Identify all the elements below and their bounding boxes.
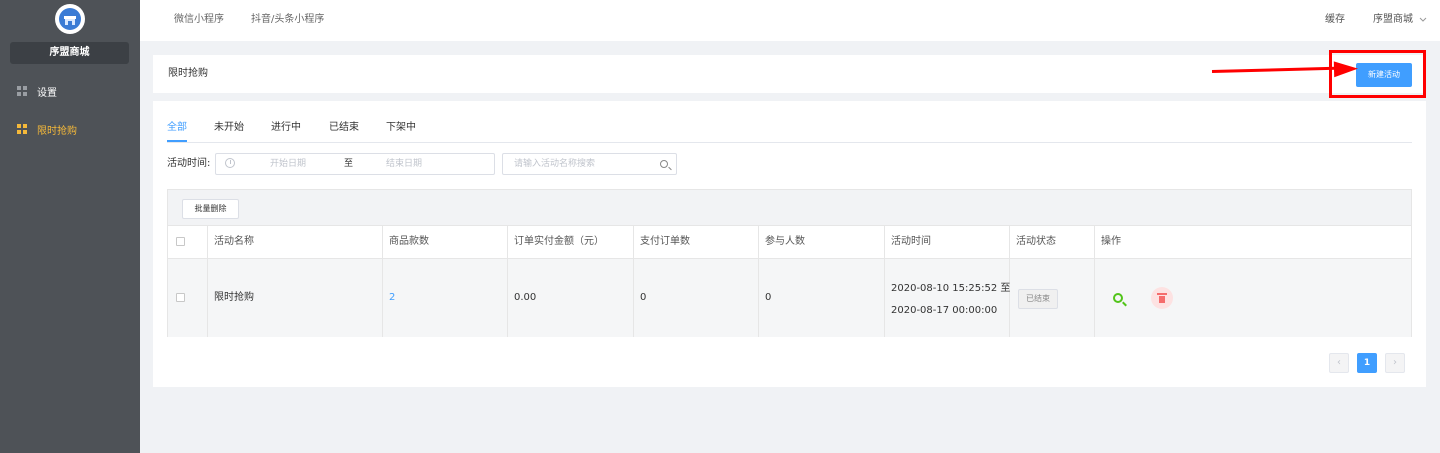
clock-icon [225, 158, 235, 168]
page-title: 限时抢购 [168, 68, 208, 79]
store-menu[interactable]: 序盟商城 [1373, 0, 1427, 41]
cell-orders: 0 [634, 259, 759, 337]
tab-all[interactable]: 全部 [167, 121, 187, 142]
trash-icon [1157, 293, 1167, 303]
cache-button[interactable]: 缓存 [1325, 0, 1345, 41]
select-all-checkbox[interactable] [176, 237, 185, 246]
end-date-input[interactable]: 结束日期 [386, 154, 422, 174]
tab-offline[interactable]: 下架中 [386, 121, 416, 142]
tab-wechat-miniprogram[interactable]: 微信小程序 [174, 0, 224, 41]
search-placeholder: 请输入活动名称搜索 [514, 159, 596, 169]
store-logo-icon[interactable] [55, 4, 85, 34]
sidebar-item-settings[interactable]: 设置 [0, 72, 140, 110]
header-cell-count: 商品款数 [383, 226, 508, 258]
table-toolbar: 批量删除 [168, 190, 1411, 225]
activity-time-end: 2020-08-17 00:00:00 [891, 305, 998, 316]
cell-count: 2 [383, 259, 508, 337]
column-header: 商品款数 [389, 236, 429, 247]
chevron-down-icon [1419, 17, 1427, 22]
activity-time-start: 2020-08-10 15:25:52 至 [891, 283, 1011, 294]
grid-icon [17, 124, 27, 134]
tab-not-started[interactable]: 未开始 [214, 121, 244, 142]
date-range-picker[interactable]: 开始日期 至 结束日期 [215, 153, 495, 175]
grid-icon [17, 86, 27, 96]
header-cell-orders: 支付订单数 [634, 226, 759, 258]
header-cell-actions: 操作 [1095, 226, 1411, 258]
pagination-next-button[interactable]: › [1385, 353, 1405, 373]
paid-orders: 0 [640, 292, 647, 303]
header-cell-status: 活动状态 [1010, 226, 1095, 258]
main-content: 全部 未开始 进行中 已结束 下架中 活动时间: 开始日期 至 结束日期 请输入… [153, 101, 1426, 387]
cell-status: 已结束 [1010, 259, 1095, 337]
sidebar-brand: 序盟商城 [0, 0, 140, 72]
tab-douyin-miniprogram[interactable]: 抖音/头条小程序 [251, 0, 324, 41]
sidebar-item-label: 设置 [37, 87, 57, 99]
column-header: 活动时间 [891, 236, 931, 247]
participants: 0 [765, 292, 772, 303]
cell-name: 限时抢购 [208, 259, 383, 337]
date-separator: 至 [344, 159, 354, 169]
header-checkbox-cell [168, 226, 208, 258]
cell-actions [1095, 259, 1411, 337]
header-cell-name: 活动名称 [208, 226, 383, 258]
status-badge: 已结束 [1018, 289, 1058, 309]
tab-in-progress[interactable]: 进行中 [271, 121, 301, 142]
store-menu-label: 序盟商城 [1373, 14, 1413, 25]
search-icon[interactable] [660, 160, 668, 168]
column-header: 参与人数 [765, 236, 805, 247]
table-header: 活动名称 商品款数 订单实付金额（元） 支付订单数 参与人数 活动时间 活动状态… [168, 225, 1411, 259]
batch-delete-button[interactable]: 批量删除 [182, 199, 239, 219]
sidebar: 序盟商城 设置 限时抢购 [0, 0, 140, 453]
delete-button[interactable] [1151, 287, 1173, 309]
header-cell-time: 活动时间 [885, 226, 1010, 258]
table-row: 限时抢购 2 0.00 0 0 2020-08-10 15:25:52 至 20… [168, 259, 1411, 337]
cell-amount: 0.00 [508, 259, 634, 337]
column-header: 活动名称 [214, 236, 254, 247]
search-icon[interactable] [1113, 293, 1123, 303]
pagination-prev-button[interactable]: ‹ [1329, 353, 1349, 373]
sidebar-item-label: 限时抢购 [37, 125, 77, 137]
product-count-link[interactable]: 2 [389, 259, 395, 337]
header-cell-participants: 参与人数 [759, 226, 885, 258]
row-checkbox-cell [168, 259, 208, 337]
store-name: 序盟商城 [10, 42, 129, 64]
activity-name: 限时抢购 [214, 292, 254, 303]
column-header: 订单实付金额（元） [514, 236, 604, 247]
page-header: 限时抢购 新建活动 [153, 55, 1426, 93]
column-header: 操作 [1101, 236, 1121, 247]
status-tabs: 全部 未开始 进行中 已结束 下架中 [167, 121, 1412, 143]
search-input[interactable]: 请输入活动名称搜索 [502, 153, 677, 175]
cell-participants: 0 [759, 259, 885, 337]
activity-table: 批量删除 活动名称 商品款数 订单实付金额（元） 支付订单数 参与人数 活动时间… [167, 189, 1412, 337]
row-checkbox[interactable] [176, 293, 185, 302]
cell-time: 2020-08-10 15:25:52 至 2020-08-17 00:00:0… [885, 259, 1010, 337]
activity-time-label: 活动时间: [167, 158, 211, 169]
header-cell-amount: 订单实付金额（元） [508, 226, 634, 258]
paid-amount: 0.00 [514, 292, 537, 303]
tab-ended[interactable]: 已结束 [329, 121, 359, 142]
column-header: 支付订单数 [640, 236, 690, 247]
column-header: 活动状态 [1016, 236, 1056, 247]
start-date-input[interactable]: 开始日期 [270, 154, 306, 174]
top-nav: 微信小程序 抖音/头条小程序 缓存 序盟商城 [140, 0, 1440, 41]
sidebar-item-flash-sale[interactable]: 限时抢购 [0, 110, 140, 148]
annotation-highlight-box [1329, 50, 1426, 98]
pagination-page-1[interactable]: 1 [1357, 353, 1377, 373]
